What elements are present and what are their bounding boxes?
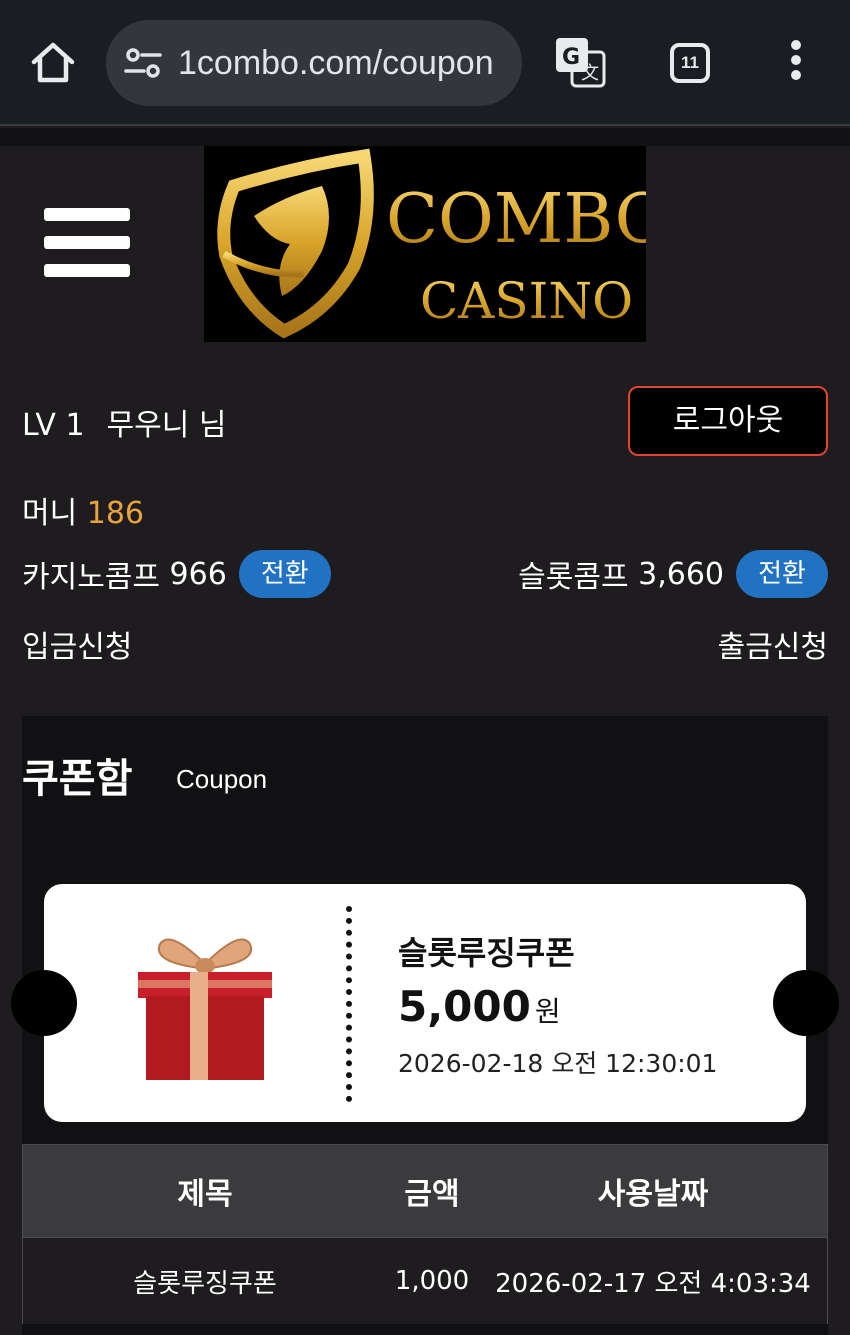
browser-toolbar: 1combo.com/coupon G 文 11	[0, 0, 850, 126]
casino-comp-convert-button[interactable]: 전환	[238, 550, 331, 598]
slot-comp-value: 3,660	[638, 556, 724, 592]
slot-comp-label: 슬롯콤프	[518, 560, 629, 595]
coupon-divider	[346, 906, 352, 1102]
svg-text:G: G	[562, 45, 580, 70]
coupon-section: 쿠폰함 Coupon 슬롯루징쿠폰 5,000 원 2026-02-18 오전 1…	[11, 716, 839, 1335]
row-title: 슬롯루징쿠폰	[133, 1268, 277, 1299]
coupon-name: 슬롯루징쿠폰	[398, 934, 575, 972]
coupon-notch-right	[773, 970, 839, 1036]
slot-comp-convert-button[interactable]: 전환	[736, 550, 828, 598]
coupon-amount: 5,000 원	[398, 982, 561, 1031]
table-row[interactable]: 슬롯루징쿠폰 1,000 2026-02-17 오전 4:03:34	[22, 1238, 828, 1324]
coupon-amount-value: 5,000	[398, 982, 531, 1031]
header-title: 제목	[177, 1177, 233, 1212]
coupon-date: 2026-02-18 오전 12:30:01	[398, 1049, 718, 1078]
coupon-card[interactable]: 슬롯루징쿠폰 5,000 원 2026-02-18 오전 12:30:01	[44, 884, 806, 1122]
gift-box-icon	[130, 924, 280, 1084]
site-settings-icon[interactable]	[124, 46, 162, 80]
more-menu-icon[interactable]	[786, 40, 806, 86]
logo-line2: CASINO	[420, 272, 633, 330]
address-bar[interactable]: 1combo.com/coupon	[106, 20, 522, 106]
site-logo[interactable]: COMBO CASINO	[204, 146, 670, 342]
casino-comp-value: 966	[169, 556, 227, 592]
header-amount: 금액	[404, 1177, 460, 1212]
tabs-icon[interactable]: 11	[670, 43, 710, 83]
url-text[interactable]: 1combo.com/coupon	[178, 42, 494, 84]
casino-comp: 카지노콤프 966 전환	[22, 550, 331, 598]
withdraw-request-link[interactable]: 출금신청	[718, 622, 828, 666]
logout-button[interactable]: 로그아웃	[628, 386, 828, 456]
header-stripe	[0, 128, 850, 146]
money-value: 186	[86, 496, 145, 531]
header-used-date: 사용날짜	[597, 1177, 709, 1212]
money-balance: 머니 186	[22, 488, 144, 532]
home-icon[interactable]	[28, 38, 78, 88]
money-label: 머니	[22, 496, 78, 531]
slot-comp: 슬롯콤프 3,660 전환	[518, 550, 828, 598]
coupon-subtitle: Coupon	[176, 764, 268, 794]
user-level-name: LV 1 무우니 님	[22, 400, 227, 444]
user-level: LV 1	[22, 408, 85, 443]
coupon-history-table: 제목 금액 사용날짜 슬롯루징쿠폰 1,000 2026-02-17 오전 4:…	[22, 1144, 828, 1324]
hamburger-menu-icon[interactable]	[44, 208, 130, 278]
casino-comp-label: 카지노콤프	[22, 560, 160, 595]
row-used-date: 2026-02-17 오전 4:03:34	[495, 1268, 811, 1299]
row-amount: 1,000	[394, 1266, 470, 1296]
svg-text:文: 文	[581, 63, 599, 84]
coupon-notch-left	[11, 970, 77, 1036]
deposit-request-link[interactable]: 입금신청	[22, 622, 132, 666]
table-header: 제목 금액 사용날짜	[22, 1144, 828, 1238]
coupon-title: 쿠폰함	[22, 756, 133, 802]
logo-line1: COMBO	[386, 180, 646, 259]
translate-icon[interactable]: G 文	[554, 36, 606, 88]
user-name: 무우니 님	[106, 408, 227, 443]
coupon-amount-unit: 원	[534, 995, 561, 1028]
